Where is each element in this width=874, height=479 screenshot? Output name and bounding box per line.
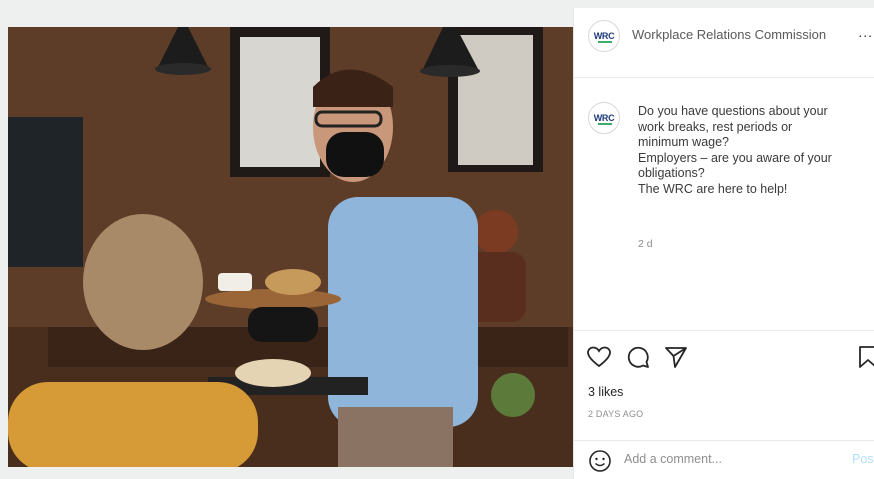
likes-count[interactable]: 3 likes — [588, 385, 623, 399]
caption-line: work breaks, rest periods or — [638, 119, 793, 134]
avatar-text: WRC — [593, 31, 615, 41]
comment-icon[interactable] — [626, 345, 650, 369]
instagram-post-frame: WRC Workplace Relations Commission ... W… — [0, 0, 874, 479]
caption-timestamp[interactable]: 2 d — [638, 238, 653, 250]
restaurant-photo-illustration — [8, 27, 573, 467]
account-avatar[interactable]: WRC — [588, 20, 620, 52]
avatar-accent-bar — [598, 41, 612, 43]
bookmark-icon[interactable] — [858, 345, 874, 369]
caption-text: Do you have questions about your work br… — [638, 104, 860, 197]
caption-line: obligations? — [638, 166, 705, 180]
caption-avatar-text: WRC — [593, 113, 615, 123]
more-options-button[interactable]: ... — [858, 24, 873, 40]
comment-input[interactable]: Add a comment... — [624, 452, 722, 466]
comment-bar: Add a comment... Post — [574, 440, 874, 479]
heart-icon[interactable] — [586, 345, 612, 369]
post-side-panel: WRC Workplace Relations Commission ... W… — [573, 8, 874, 479]
caption-line: Do you have questions about your — [638, 104, 828, 118]
caption-line: Employers – are you aware of your — [638, 150, 832, 165]
caption-avatar[interactable]: WRC — [588, 102, 620, 134]
caption-line: The WRC are here to help! — [638, 181, 788, 196]
send-icon[interactable] — [664, 345, 688, 369]
posted-time: 2 DAYS AGO — [588, 409, 644, 419]
post-header: WRC Workplace Relations Commission ... — [574, 8, 874, 78]
post-actions: 3 likes 2 DAYS AGO — [574, 330, 874, 440]
post-comment-button[interactable]: Post — [852, 452, 874, 466]
post-photo[interactable] — [8, 27, 573, 467]
caption-avatar-accent-bar — [598, 123, 612, 125]
caption-line: minimum wage? — [638, 135, 730, 149]
account-name-link[interactable]: Workplace Relations Commission — [632, 27, 826, 42]
emoji-icon[interactable] — [588, 449, 612, 473]
